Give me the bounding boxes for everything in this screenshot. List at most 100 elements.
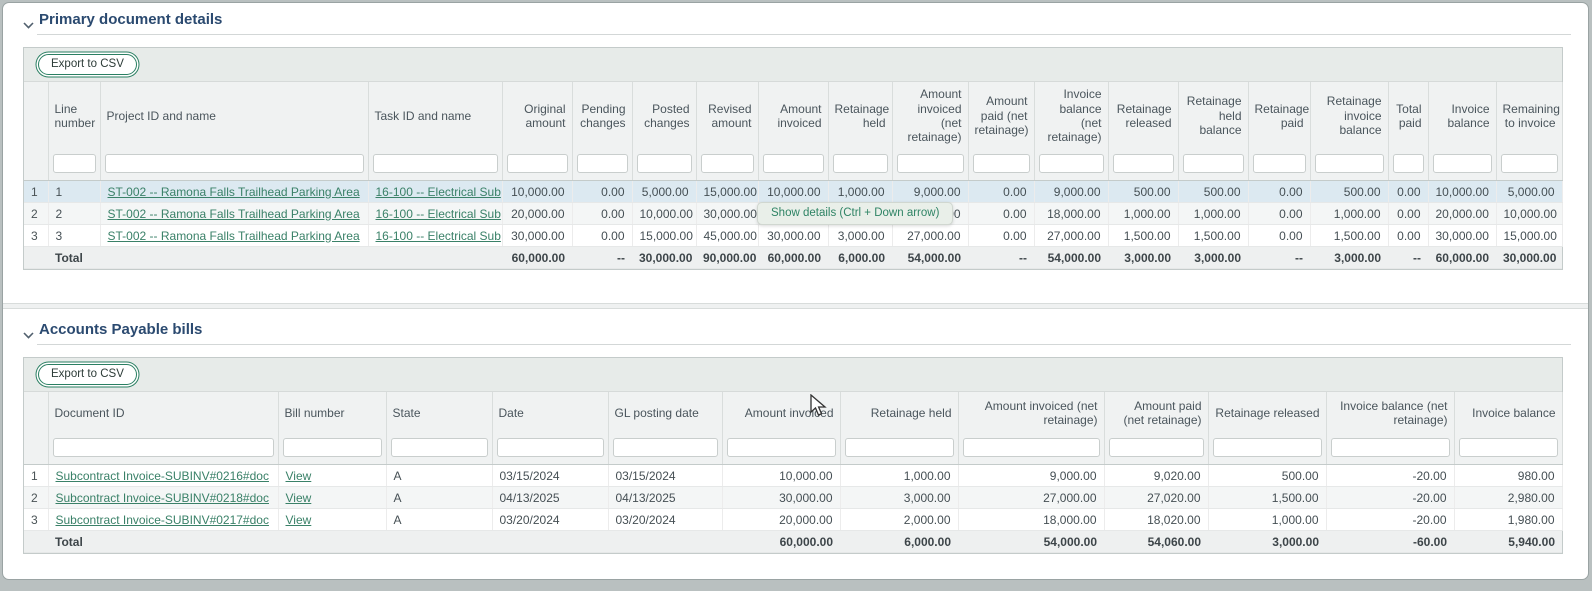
filter-input-pending-changes[interactable] xyxy=(577,154,628,173)
filter-input-invoice-balance-net[interactable] xyxy=(1331,438,1450,457)
show-details-tooltip: Show details (Ctrl + Down arrow) xyxy=(757,202,953,225)
filter-input-retainage-held[interactable] xyxy=(833,154,888,173)
cell-line-number: 2 xyxy=(48,203,100,225)
filter-input-invoice-balance-net[interactable] xyxy=(1039,154,1104,173)
column-header-amount-invoiced-net[interactable]: Amount invoiced (net retainage) xyxy=(958,392,1104,434)
column-header-invoice-balance-net[interactable]: Invoice balance (net retainage) xyxy=(1034,82,1108,150)
row-number[interactable]: 2 xyxy=(24,203,48,225)
filter-input-bill-number[interactable] xyxy=(283,438,382,457)
column-header-bill-number[interactable]: Bill number xyxy=(278,392,386,434)
task-link[interactable]: 16-100 -- Electrical Sub xyxy=(376,207,501,221)
filter-input-state[interactable] xyxy=(391,438,488,457)
filter-input-total-paid[interactable] xyxy=(1393,154,1424,173)
bill-number-link[interactable]: View xyxy=(286,513,312,527)
filter-input-retainage-released[interactable] xyxy=(1213,438,1322,457)
project-link[interactable]: ST-002 -- Ramona Falls Trailhead Parking… xyxy=(108,185,360,199)
column-header-amount-invoiced-net[interactable]: Amount invoiced (net retainage) xyxy=(892,82,968,150)
column-header-retainage-held[interactable]: Retainage held xyxy=(828,82,892,150)
row-selector-header xyxy=(24,392,48,434)
bill-number-link[interactable]: View xyxy=(286,469,312,483)
row-number[interactable]: 3 xyxy=(24,225,48,247)
column-header-retainage-released[interactable]: Retainage released xyxy=(1108,82,1178,150)
column-header-original-amount[interactable]: Original amount xyxy=(502,82,572,150)
filter-input-retainage-held-balance[interactable] xyxy=(1183,154,1244,173)
filter-cell-retainage-paid xyxy=(1248,150,1310,181)
filter-input-amount-invoiced[interactable] xyxy=(763,154,824,173)
filter-input-amount-invoiced-net[interactable] xyxy=(897,154,964,173)
column-header-invoice-balance-net[interactable]: Invoice balance (net retainage) xyxy=(1326,392,1454,434)
filter-input-retainage-held[interactable] xyxy=(845,438,954,457)
column-header-invoice-balance[interactable]: Invoice balance xyxy=(1454,392,1562,434)
column-header-amount-paid-net[interactable]: Amount paid (net retainage) xyxy=(968,82,1034,150)
column-header-amount-paid-net[interactable]: Amount paid (net retainage) xyxy=(1104,392,1208,434)
column-header-remaining-to-invoice[interactable]: Remaining to invoice xyxy=(1496,82,1562,150)
accounts-payable-bills-grid: Export to CSV Document IDBill numberStat… xyxy=(23,357,1563,554)
row-number[interactable]: 3 xyxy=(24,509,48,531)
filter-input-invoice-balance[interactable] xyxy=(1459,438,1558,457)
column-header-retainage-paid[interactable]: Retainage paid xyxy=(1248,82,1310,150)
column-header-amount-invoiced[interactable]: Amount invoiced xyxy=(758,82,828,150)
section-header-ap-bills: Accounts Payable bills xyxy=(23,321,1575,345)
filter-input-revised-amount[interactable] xyxy=(701,154,754,173)
filter-cell-invoice-balance-net xyxy=(1034,150,1108,181)
column-header-retainage-held[interactable]: Retainage held xyxy=(840,392,958,434)
filter-input-amount-invoiced-net[interactable] xyxy=(963,438,1100,457)
filter-input-retainage-released[interactable] xyxy=(1113,154,1174,173)
column-header-state[interactable]: State xyxy=(386,392,492,434)
project-link[interactable]: ST-002 -- Ramona Falls Trailhead Parking… xyxy=(108,229,360,243)
project-link[interactable]: ST-002 -- Ramona Falls Trailhead Parking… xyxy=(108,207,360,221)
column-header-gl-posting-date[interactable]: GL posting date xyxy=(608,392,722,434)
filter-input-retainage-paid[interactable] xyxy=(1253,154,1306,173)
row-number[interactable]: 1 xyxy=(24,465,48,487)
filter-input-posted-changes[interactable] xyxy=(637,154,692,173)
filter-input-task[interactable] xyxy=(373,154,498,173)
filter-input-amount-invoiced[interactable] xyxy=(727,438,836,457)
bill-number-link[interactable]: View xyxy=(286,491,312,505)
total-row: Total60,000.00--30,000.0090,000.0060,000… xyxy=(24,247,1562,269)
document-id-link[interactable]: Subcontract Invoice-SUBINV#0218#doc xyxy=(56,491,269,505)
column-header-total-paid[interactable]: Total paid xyxy=(1388,82,1428,150)
filter-input-date[interactable] xyxy=(497,438,604,457)
column-header-retainage-released[interactable]: Retainage released xyxy=(1208,392,1326,434)
filter-input-gl-posting-date[interactable] xyxy=(613,438,718,457)
column-header-pending-changes[interactable]: Pending changes xyxy=(572,82,632,150)
section-splitter-handle[interactable] xyxy=(3,303,1588,309)
column-header-date[interactable]: Date xyxy=(492,392,608,434)
filter-input-project[interactable] xyxy=(105,154,364,173)
task-link[interactable]: 16-100 -- Electrical Sub xyxy=(376,185,501,199)
total-cell-line-number: Total xyxy=(48,247,100,269)
export-to-csv-button[interactable]: Export to CSV xyxy=(38,54,137,75)
grid2-toolbar: Export to CSV xyxy=(24,358,1562,392)
filter-input-amount-paid-net[interactable] xyxy=(1109,438,1204,457)
column-header-line-number[interactable]: Line number xyxy=(48,82,100,150)
filter-input-line-number[interactable] xyxy=(53,154,96,173)
filter-input-document-id[interactable] xyxy=(53,438,274,457)
cell-retainage-invoice-balance: 500.00 xyxy=(1310,181,1388,203)
filter-input-remaining-to-invoice[interactable] xyxy=(1501,154,1558,173)
column-header-task[interactable]: Task ID and name xyxy=(368,82,502,150)
document-id-link[interactable]: Subcontract Invoice-SUBINV#0216#doc xyxy=(56,469,269,483)
column-header-retainage-held-balance[interactable]: Retainage held balance xyxy=(1178,82,1248,150)
column-header-invoice-balance[interactable]: Invoice balance xyxy=(1428,82,1496,150)
column-header-posted-changes[interactable]: Posted changes xyxy=(632,82,696,150)
row-number[interactable]: 2 xyxy=(24,487,48,509)
filter-input-retainage-invoice-balance[interactable] xyxy=(1315,154,1384,173)
filter-cell-invoice-balance xyxy=(1454,434,1562,465)
document-id-link[interactable]: Subcontract Invoice-SUBINV#0217#doc xyxy=(56,513,269,527)
filter-cell-amount-invoiced-net xyxy=(958,434,1104,465)
column-header-project[interactable]: Project ID and name xyxy=(100,82,368,150)
filter-input-invoice-balance[interactable] xyxy=(1433,154,1492,173)
column-header-revised-amount[interactable]: Revised amount xyxy=(696,82,758,150)
column-header-retainage-invoice-balance[interactable]: Retainage invoice balance xyxy=(1310,82,1388,150)
cell-retainage-released: 500.00 xyxy=(1208,465,1326,487)
column-header-document-id[interactable]: Document ID xyxy=(48,392,278,434)
filter-input-original-amount[interactable] xyxy=(507,154,568,173)
collapse-chevron-icon[interactable] xyxy=(23,16,34,34)
cell-amount-invoiced-net: 27,000.00 xyxy=(892,225,968,247)
export-to-csv-button[interactable]: Export to CSV xyxy=(38,364,137,385)
task-link[interactable]: 16-100 -- Electrical Sub xyxy=(376,229,501,243)
filter-cell-retainage-held xyxy=(828,150,892,181)
filter-input-amount-paid-net[interactable] xyxy=(973,154,1030,173)
row-number[interactable]: 1 xyxy=(24,181,48,203)
collapse-chevron-icon[interactable] xyxy=(23,326,34,344)
